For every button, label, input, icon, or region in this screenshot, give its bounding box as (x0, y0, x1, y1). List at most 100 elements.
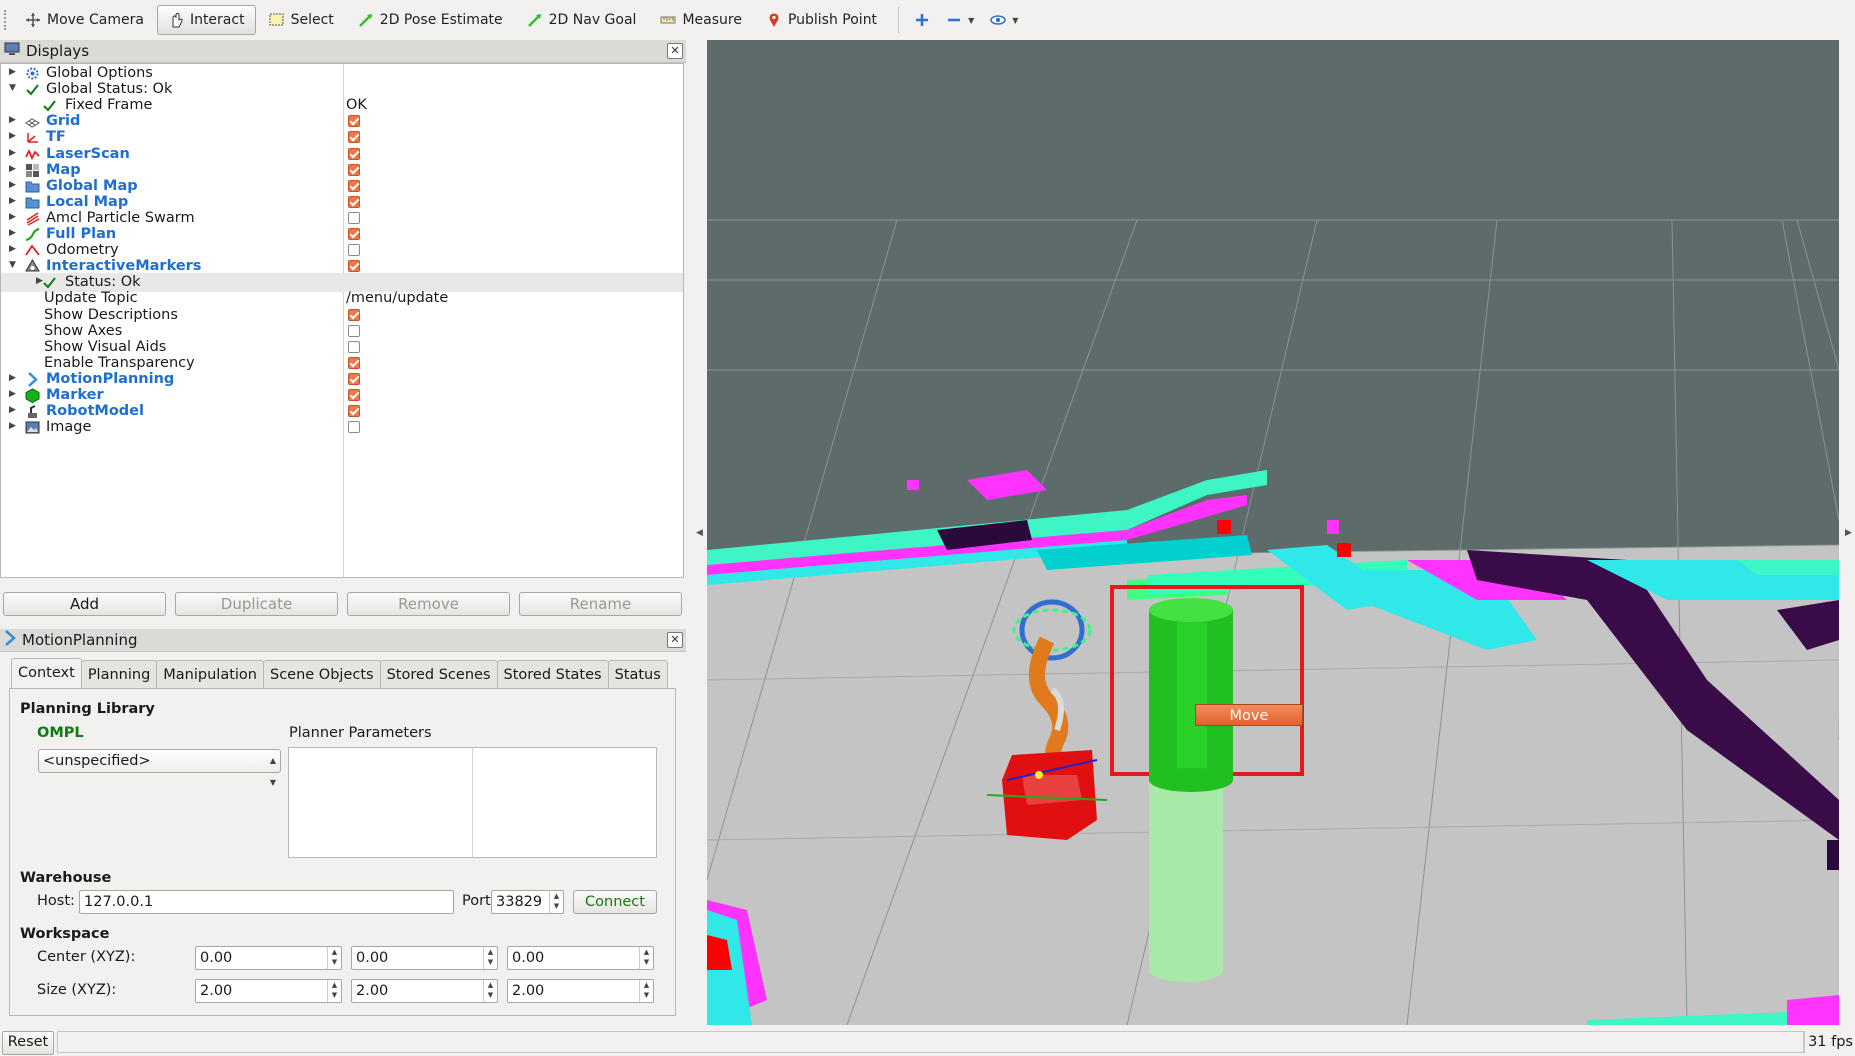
2d-nav-goal-label: 2D Nav Goal (548, 12, 637, 28)
select-label: Select (290, 12, 334, 28)
size-y-spinbox[interactable]: 2.00 ▲ ▼ (351, 979, 498, 1003)
measure-tool[interactable]: Measure (649, 5, 753, 35)
duplicate-button[interactable]: Duplicate (175, 592, 338, 616)
2d-nav-goal-tool[interactable]: 2D Nav Goal (516, 5, 648, 35)
collapsed-arrow-icon[interactable]: ▶ (9, 389, 19, 399)
enable-checkbox[interactable] (348, 389, 360, 401)
3d-render-viewport[interactable]: Move (707, 40, 1839, 1025)
enable-checkbox[interactable] (348, 163, 360, 176)
enable-checkbox[interactable] (348, 372, 360, 385)
size-z-spinbox[interactable]: 2.00 ▲ ▼ (507, 979, 654, 1003)
expanded-arrow-icon[interactable]: ▼ (9, 260, 19, 270)
publish-point-tool[interactable]: Publish Point (755, 5, 888, 35)
enable-checkbox[interactable] (348, 260, 360, 273)
interact-tool[interactable]: Interact (156, 5, 256, 35)
planner-parameters-table[interactable] (288, 747, 657, 858)
chevron-down-icon: ▼ (968, 15, 975, 25)
minus-icon (946, 12, 962, 28)
enable-checkbox[interactable] (348, 115, 360, 128)
2d-pose-estimate-tool[interactable]: 2D Pose Estimate (347, 5, 514, 35)
3d-scene[interactable] (707, 40, 1839, 1025)
enable-checkbox[interactable] (348, 324, 360, 337)
collapsed-arrow-icon[interactable]: ▶ (9, 212, 19, 222)
collapsed-arrow-icon[interactable]: ▶ (9, 405, 19, 415)
view-options-button[interactable]: ▼ (983, 5, 1025, 35)
plus-icon (914, 12, 930, 28)
ground-plane (707, 545, 1839, 1025)
spin-arrows-icon[interactable]: ▲ ▼ (639, 980, 653, 1002)
center-x-spinbox[interactable]: 0.00 ▲ ▼ (195, 946, 342, 970)
collapse-left-arrow-icon[interactable]: ◀ (696, 528, 703, 538)
enable-checkbox[interactable] (348, 356, 360, 369)
close-icon[interactable]: ✕ (667, 632, 683, 648)
enable-checkbox[interactable] (348, 405, 360, 418)
enable-checkbox[interactable] (348, 179, 360, 192)
spin-arrows-icon[interactable]: ▲ ▼ (639, 947, 653, 969)
collapse-right-arrow-icon[interactable]: ▶ (1845, 528, 1852, 538)
collapsed-arrow-icon[interactable]: ▶ (9, 115, 19, 125)
context-tab-body: Planning Library OMPL <unspecified> ▲ ▼ P… (9, 688, 676, 1016)
connect-button[interactable]: Connect (573, 890, 657, 914)
tree-row[interactable]: ▶ Image (1, 418, 683, 437)
move-camera-label: Move Camera (47, 12, 144, 28)
rename-button[interactable]: Rename (519, 592, 682, 616)
enable-checkbox[interactable] (348, 131, 360, 144)
move-camera-tool[interactable]: Move Camera (14, 5, 155, 35)
reset-button[interactable]: Reset (2, 1031, 54, 1055)
planner-select[interactable]: <unspecified> ▲ ▼ (38, 749, 281, 787)
enable-checkbox[interactable] (348, 228, 360, 240)
tab-scene-objects[interactable]: Scene Objects (262, 660, 381, 689)
collapsed-arrow-icon[interactable]: ▶ (9, 164, 19, 174)
collapsed-arrow-icon[interactable]: ▶ (9, 67, 19, 77)
enable-checkbox[interactable] (348, 421, 360, 434)
collapsed-arrow-icon[interactable]: ▶ (9, 148, 19, 158)
map-pin-icon (766, 12, 782, 28)
folder-icon (25, 179, 40, 194)
collapsed-arrow-icon[interactable]: ▶ (9, 244, 19, 254)
displays-panel-title: Displays (26, 42, 90, 60)
tab-stored-states[interactable]: Stored States (496, 660, 609, 689)
collapsed-arrow-icon[interactable]: ▶ (9, 373, 19, 383)
spin-arrows-icon[interactable]: ▲ ▼ (483, 947, 497, 969)
remove-tool-button[interactable]: ▼ (939, 5, 981, 35)
motion-planning-icon (25, 371, 40, 387)
spin-arrows-icon[interactable]: ▲ ▼ (483, 980, 497, 1002)
collapsed-arrow-icon[interactable]: ▶ (9, 421, 19, 431)
collapsed-arrow-icon[interactable]: ▶ (9, 180, 19, 190)
center-label: Center (XYZ): (37, 949, 136, 965)
size-x-spinbox[interactable]: 2.00 ▲ ▼ (195, 979, 342, 1003)
tab-planning[interactable]: Planning (80, 660, 158, 689)
toolbar-grip[interactable] (4, 10, 14, 30)
collapsed-arrow-icon[interactable]: ▶ (9, 131, 19, 141)
center-z-spinbox[interactable]: 0.00 ▲ ▼ (507, 946, 654, 970)
center-y-spinbox[interactable]: 0.00 ▲ ▼ (351, 946, 498, 970)
displays-tree: ▶ Global Options ▼ Global Status: Ok Fixed F… (0, 63, 684, 578)
size-label: Size (XYZ): (37, 982, 117, 998)
move-menu-button[interactable]: Move (1195, 704, 1303, 726)
port-spinbox[interactable]: 33829 ▲ ▼ (491, 890, 564, 914)
select-tool[interactable]: Select (258, 5, 345, 35)
spin-arrows-icon[interactable]: ▲ ▼ (327, 980, 341, 1002)
add-button[interactable]: Add (3, 592, 166, 616)
enable-checkbox[interactable] (348, 195, 360, 208)
close-icon[interactable]: ✕ (667, 43, 683, 59)
add-tool-button[interactable] (907, 5, 937, 35)
check-icon (42, 98, 57, 113)
tab-stored-scenes[interactable]: Stored Scenes (379, 660, 498, 689)
enable-checkbox[interactable] (348, 308, 360, 321)
enable-checkbox[interactable] (348, 340, 360, 353)
tab-context[interactable]: Context (11, 658, 82, 689)
spin-arrows-icon[interactable]: ▲ ▼ (549, 891, 563, 913)
collapsed-arrow-icon[interactable]: ▶ (9, 196, 19, 206)
tab-status[interactable]: Status (607, 660, 668, 689)
tab-manipulation[interactable]: Manipulation (156, 660, 264, 689)
host-input[interactable]: 127.0.0.1 (79, 890, 454, 914)
spin-arrows-icon[interactable]: ▲ ▼ (327, 947, 341, 969)
enable-checkbox[interactable] (348, 147, 360, 160)
collapsed-arrow-icon[interactable]: ▶ (9, 228, 19, 238)
enable-checkbox[interactable] (348, 211, 360, 224)
enable-checkbox[interactable] (348, 244, 360, 257)
publish-point-label: Publish Point (787, 12, 878, 28)
remove-button[interactable]: Remove (347, 592, 510, 616)
expanded-arrow-icon[interactable]: ▼ (9, 83, 19, 93)
